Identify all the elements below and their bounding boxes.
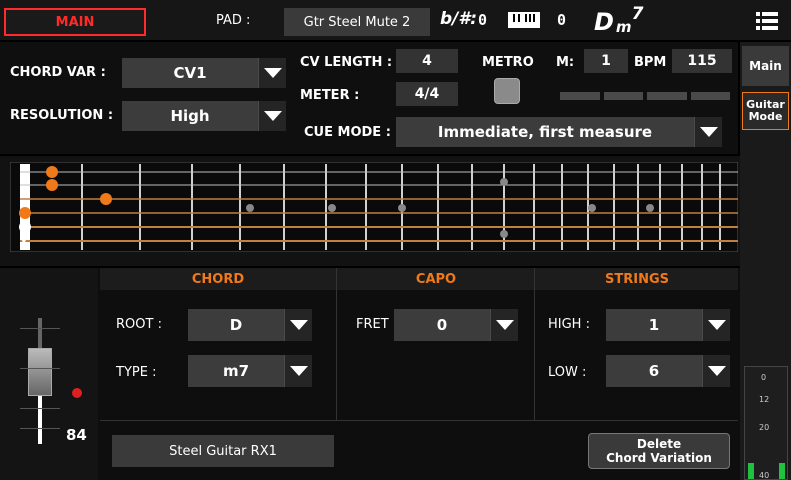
high-value: 1 (648, 316, 660, 334)
resolution-value: High (170, 107, 210, 125)
meter-scale-0: 0 (761, 373, 767, 382)
root-value: D (229, 316, 243, 334)
pad-label: PAD : (216, 13, 251, 28)
beat-indicator (560, 92, 600, 100)
low-value: 6 (648, 362, 660, 380)
meter-scale-20: 20 (759, 423, 770, 432)
root-dropdown[interactable]: D (188, 309, 312, 341)
chevron-down-icon (702, 309, 730, 341)
type-value: m7 (222, 362, 250, 380)
tab-main[interactable]: Main (742, 46, 789, 86)
chord-root: D (594, 8, 614, 36)
volume-slider[interactable] (20, 318, 60, 444)
chord-extension: 7 (631, 4, 644, 24)
type-label: TYPE : (116, 365, 157, 380)
beat-indicator (603, 92, 643, 100)
resolution-dropdown[interactable]: High (122, 101, 286, 131)
cue-mode-value: Immediate, first measure (437, 123, 653, 141)
sound-name: Steel Guitar RX1 (169, 443, 277, 459)
main-tab[interactable]: MAIN (4, 8, 146, 36)
chord-display: D m 7 (594, 4, 643, 36)
chevron-down-icon (490, 309, 518, 341)
tab-guitar-mode-label: Guitar Mode (746, 98, 785, 123)
fret-dropdown[interactable]: 0 (394, 309, 518, 341)
strings-section-header: STRINGS (605, 272, 669, 287)
beat-indicators (560, 92, 730, 100)
cv-length-label: CV LENGTH : (300, 55, 393, 70)
low-label: LOW : (548, 365, 587, 380)
meter-bar-left (748, 463, 754, 479)
main-tab-label: MAIN (55, 14, 95, 30)
muted-string-marker: x (20, 234, 28, 248)
section-divider (534, 268, 535, 420)
bpm-value: 115 (687, 53, 717, 69)
section-divider (100, 420, 738, 421)
measure-value: 1 (601, 53, 611, 69)
record-indicator (72, 388, 82, 398)
high-dropdown[interactable]: 1 (606, 309, 730, 341)
sound-name-field[interactable]: Steel Guitar RX1 (112, 435, 334, 467)
fret-label: FRET : (356, 317, 398, 332)
pad-value: Gtr Steel Mute 2 (303, 14, 411, 30)
meter-value: 4/4 (414, 86, 440, 102)
capo-section-header: CAPO (415, 272, 457, 287)
keyboard-value: 0 (557, 11, 567, 29)
metro-toggle[interactable] (494, 78, 520, 104)
chord-var-dropdown[interactable]: CV1 (122, 58, 286, 88)
chevron-down-icon (258, 58, 286, 88)
chevron-down-icon (258, 101, 286, 131)
cv-length-field[interactable]: 4 (396, 49, 458, 73)
beat-indicator (647, 92, 687, 100)
chevron-down-icon (694, 117, 722, 147)
root-label: ROOT : (116, 317, 162, 332)
low-dropdown[interactable]: 6 (606, 355, 730, 387)
accidental-label: b/#: (440, 9, 478, 29)
chevron-down-icon (284, 355, 312, 387)
fret-value: 0 (436, 316, 448, 334)
fretboard[interactable]: x (10, 162, 738, 252)
measure-label: M: (556, 55, 575, 70)
bpm-label: BPM : (634, 55, 677, 70)
chord-var-label: CHORD VAR : (10, 65, 106, 80)
metro-label: METRO (482, 55, 534, 70)
resolution-label: RESOLUTION : (10, 108, 114, 123)
bpm-field[interactable]: 115 (672, 49, 732, 73)
chord-quality: m (615, 18, 632, 36)
level-meter: 0 12 20 40 (744, 366, 788, 480)
type-dropdown[interactable]: m7 (188, 355, 312, 387)
meter-scale-12: 12 (759, 395, 770, 404)
pad-selector[interactable]: Gtr Steel Mute 2 (284, 8, 430, 36)
meter-field[interactable]: 4/4 (396, 82, 458, 106)
meter-bar-right (779, 463, 785, 479)
section-divider (336, 268, 337, 420)
chord-var-value: CV1 (173, 64, 207, 82)
high-label: HIGH : (548, 317, 590, 332)
volume-fill (38, 396, 42, 444)
chord-section-header: CHORD (191, 272, 245, 287)
tab-main-label: Main (749, 59, 782, 73)
tab-guitar-mode[interactable]: Guitar Mode (742, 92, 789, 130)
cue-mode-dropdown[interactable]: Immediate, first measure (396, 117, 722, 147)
cue-mode-label: CUE MODE : (304, 125, 391, 140)
measure-field: 1 (584, 49, 628, 73)
menu-icon[interactable] (756, 12, 778, 30)
accidental-value: 0 (478, 11, 488, 29)
beat-indicator (690, 92, 730, 100)
delete-label-line1: Delete (636, 437, 682, 451)
chevron-down-icon (284, 309, 312, 341)
volume-handle[interactable] (28, 348, 52, 396)
meter-label: METER : (300, 88, 360, 103)
delete-chord-variation-button[interactable]: Delete Chord Variation (588, 433, 730, 469)
delete-label-line2: Chord Variation (606, 451, 712, 465)
meter-scale-40: 40 (759, 471, 770, 480)
cv-length-value: 4 (422, 53, 432, 69)
volume-value: 84 (66, 426, 87, 444)
chevron-down-icon (702, 355, 730, 387)
keyboard-icon (508, 12, 540, 28)
